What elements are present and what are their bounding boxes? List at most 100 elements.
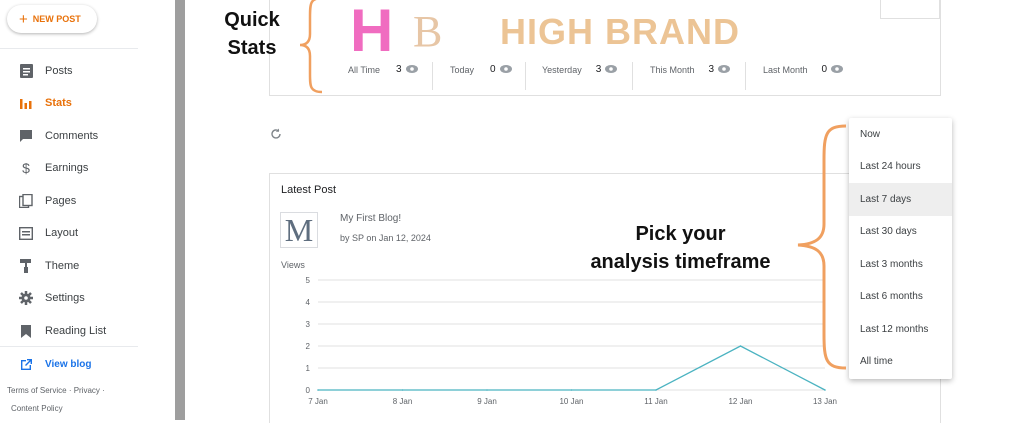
- terms-link[interactable]: Terms of Service: [7, 386, 67, 395]
- sidebar-item-layout[interactable]: Layout: [0, 218, 138, 248]
- timeframe-option-7d[interactable]: Last 7 days: [849, 183, 952, 216]
- stat-label: Last Month: [763, 64, 808, 75]
- scrollbar[interactable]: [175, 0, 185, 420]
- stat-label: This Month: [650, 64, 695, 75]
- sidebar-item-settings[interactable]: Settings: [0, 283, 138, 313]
- sidebar-item-label: Posts: [45, 65, 73, 77]
- layout-icon: [18, 225, 34, 241]
- data-point: [655, 389, 657, 391]
- post-thumbnail[interactable]: M: [280, 212, 318, 248]
- stat-label: All Time: [348, 64, 381, 75]
- y-tick-label: 5: [306, 276, 311, 285]
- sidebar-item-label: Pages: [45, 195, 77, 207]
- timeframe-option-30d[interactable]: Last 30 days: [849, 216, 952, 249]
- latest-post-heading: Latest Post: [281, 184, 337, 196]
- stat-divider: [632, 58, 633, 90]
- y-tick-label: 0: [306, 386, 311, 395]
- gutter: [138, 0, 175, 423]
- stat-today: Today 0: [450, 64, 512, 75]
- stat-label: Yesterday: [542, 64, 582, 75]
- sidebar-item-theme[interactable]: Theme: [0, 251, 138, 281]
- x-tick-label: 9 Jan: [477, 397, 497, 406]
- x-tick-label: 10 Jan: [559, 397, 583, 406]
- content-policy-link[interactable]: Content Policy: [11, 404, 63, 413]
- eye-icon: [831, 64, 844, 75]
- sidebar-item-reading-list[interactable]: Reading List: [0, 316, 138, 346]
- data-point: [739, 345, 742, 347]
- stat-divider: [432, 58, 433, 90]
- y-tick-label: 2: [306, 342, 311, 351]
- stat-yesterday: Yesterday 3: [542, 64, 618, 75]
- timeframe-option-now[interactable]: Now: [849, 118, 952, 151]
- annotation-line: Pick your: [635, 223, 726, 245]
- new-post-button[interactable]: + NEW POST: [7, 5, 97, 33]
- stat-value: 3: [595, 64, 602, 75]
- stat-divider: [745, 58, 746, 90]
- sidebar-item-earnings[interactable]: $ Earnings: [0, 153, 138, 183]
- x-tick-label: 11 Jan: [644, 397, 667, 406]
- post-title-link[interactable]: My First Blog!: [340, 213, 401, 224]
- footer-links-2: Content Policy: [11, 404, 63, 413]
- timeframe-option-3m[interactable]: Last 3 months: [849, 248, 952, 281]
- stat-last-month: Last Month 0: [763, 64, 844, 75]
- divider: [0, 346, 138, 347]
- timeframe-dropdown: Now Last 24 hours Last 7 days Last 30 da…: [849, 118, 952, 379]
- sidebar-item-label: Comments: [45, 130, 99, 142]
- footer-sep: ·: [102, 386, 105, 395]
- footer-links: Terms of Service · Privacy ·: [7, 386, 105, 395]
- eye-icon: [605, 64, 618, 75]
- plus-icon: +: [19, 10, 28, 28]
- timeframe-option-6m[interactable]: Last 6 months: [849, 281, 952, 314]
- data-point: [570, 389, 573, 391]
- privacy-link[interactable]: Privacy: [74, 386, 100, 395]
- x-tick-label: 13 Jan: [813, 397, 837, 406]
- brace-right-icon: [797, 124, 847, 370]
- brace-left-icon: [299, 0, 323, 94]
- bar-chart-icon: [18, 95, 34, 111]
- sidebar-item-stats[interactable]: Stats: [0, 88, 138, 118]
- divider: [0, 48, 138, 49]
- views-chart: 0 1 2 3 4 5 7 Jan 8 Jan 9 Jan 10 Jan 11 Jan 12 Jan 1…: [306, 276, 837, 406]
- view-blog-link[interactable]: View blog: [0, 349, 138, 379]
- timeframe-option-all[interactable]: All time: [849, 346, 952, 379]
- sidebar-item-pages[interactable]: Pages: [0, 186, 138, 216]
- timeframe-option-24h[interactable]: Last 24 hours: [849, 151, 952, 184]
- refresh-icon[interactable]: [270, 128, 282, 143]
- comment-icon: [18, 128, 34, 144]
- x-tick-label: 12 Jan: [728, 397, 752, 406]
- stat-value: 0: [821, 64, 828, 75]
- external-link-icon: [18, 356, 34, 372]
- stat-all-time: All Time 3: [348, 64, 418, 75]
- stat-divider: [525, 58, 526, 90]
- stat-this-month: This Month 3: [650, 64, 731, 75]
- sidebar-item-comments[interactable]: Comments: [0, 121, 138, 151]
- y-tick-label: 1: [306, 364, 311, 373]
- new-post-label: NEW POST: [32, 14, 81, 24]
- x-tick-label: 8 Jan: [393, 397, 413, 406]
- paint-roller-icon: [18, 258, 34, 274]
- brand-name: HIGH BRAND: [500, 11, 740, 52]
- y-tick-label: 3: [306, 320, 311, 329]
- sidebar-item-label: Reading List: [45, 325, 107, 337]
- eye-icon: [499, 64, 512, 75]
- data-point: [317, 389, 319, 391]
- sidebar: + NEW POST Posts Stats Comments $ Earnin…: [0, 0, 138, 423]
- sidebar-item-posts[interactable]: Posts: [0, 56, 138, 86]
- annotation-line: analysis timeframe: [590, 251, 771, 273]
- data-point: [401, 389, 404, 391]
- sidebar-item-label: Layout: [45, 227, 79, 239]
- stat-label: Today: [450, 64, 475, 75]
- dollar-icon: $: [22, 160, 30, 176]
- y-tick-label: 4: [306, 298, 311, 307]
- eye-icon: [718, 64, 731, 75]
- timeframe-option-12m[interactable]: Last 12 months: [849, 313, 952, 346]
- stat-value: 3: [708, 64, 715, 75]
- annotation-line: Stats: [227, 37, 277, 59]
- annotation-pick-timeframe: Pick your analysis timeframe: [583, 220, 778, 276]
- stat-value: 3: [396, 64, 402, 75]
- document-icon: [18, 63, 34, 79]
- data-point: [486, 389, 488, 391]
- top-card-fragment: [880, 0, 940, 19]
- eye-icon: [405, 64, 418, 75]
- bookmark-icon: [18, 323, 34, 339]
